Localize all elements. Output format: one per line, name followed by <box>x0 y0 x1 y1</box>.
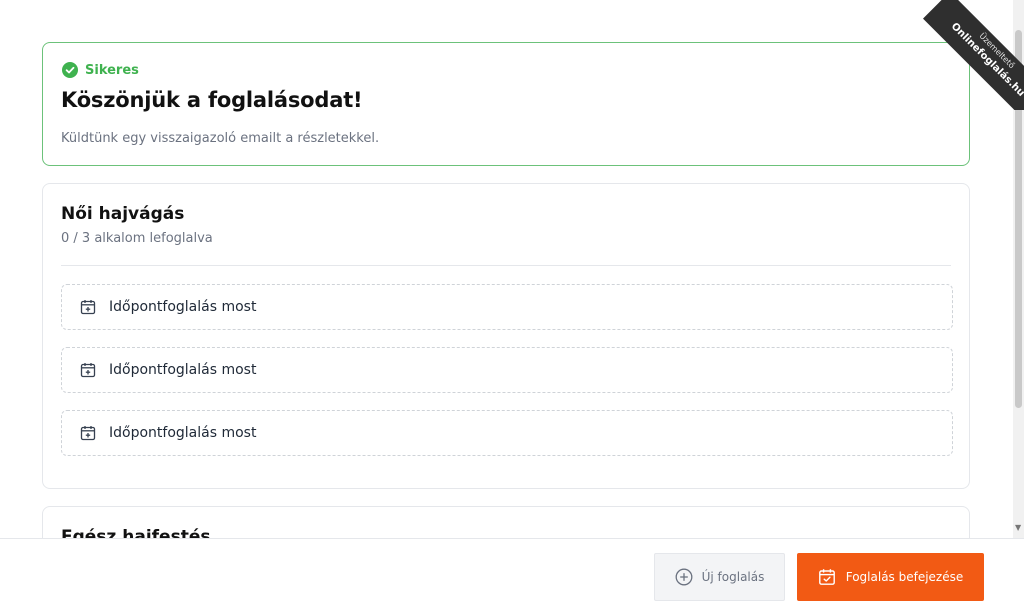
service-booked-count: 0 / 3 alkalom lefoglalva <box>61 231 213 246</box>
new-booking-button[interactable]: Új foglalás <box>654 553 785 601</box>
success-message: Küldtünk egy visszaigazoló emailt a rész… <box>61 131 380 146</box>
book-slot-label: Időpontfoglalás most <box>109 299 257 315</box>
success-status-label: Sikeres <box>85 62 139 78</box>
footer-bar: Új foglalás Foglalás befejezése <box>0 538 1024 610</box>
new-booking-label: Új foglalás <box>701 570 765 584</box>
book-slot-label: Időpontfoglalás most <box>109 425 257 441</box>
finish-booking-button[interactable]: Foglalás befejezése <box>797 553 984 601</box>
book-slot-button[interactable]: Időpontfoglalás most <box>61 410 953 456</box>
service-title: Női hajvágás <box>61 204 185 224</box>
calendar-plus-icon <box>80 426 96 441</box>
content-viewport: Sikeres Köszönjük a foglalásodat! Küldtü… <box>0 0 1013 538</box>
success-card: Sikeres Köszönjük a foglalásodat! Küldtü… <box>42 42 970 166</box>
divider <box>61 265 951 266</box>
book-slot-button[interactable]: Időpontfoglalás most <box>61 347 953 393</box>
success-status-row: Sikeres <box>62 62 139 78</box>
operator-ribbon[interactable]: Üzemeltető Onlinefoglalás.hu <box>914 0 1024 110</box>
calendar-check-icon <box>818 569 835 585</box>
book-slot-label: Időpontfoglalás most <box>109 362 257 378</box>
finish-booking-label: Foglalás befejezése <box>845 570 964 584</box>
plus-circle-icon <box>675 568 693 586</box>
service-card: Női hajvágás 0 / 3 alkalom lefoglalva Id… <box>42 183 970 489</box>
calendar-plus-icon <box>80 300 96 315</box>
service-title: Egész hajfestés <box>61 527 211 538</box>
check-circle-icon <box>62 62 78 78</box>
operator-ribbon-band[interactable]: Üzemeltető Onlinefoglalás.hu <box>922 0 1024 110</box>
success-title: Köszönjük a foglalásodat! <box>61 88 363 112</box>
scroll-down-arrow-icon[interactable]: ▼ <box>1015 524 1021 532</box>
service-card: Egész hajfestés <box>42 506 970 538</box>
book-slot-button[interactable]: Időpontfoglalás most <box>61 284 953 330</box>
calendar-plus-icon <box>80 363 96 378</box>
